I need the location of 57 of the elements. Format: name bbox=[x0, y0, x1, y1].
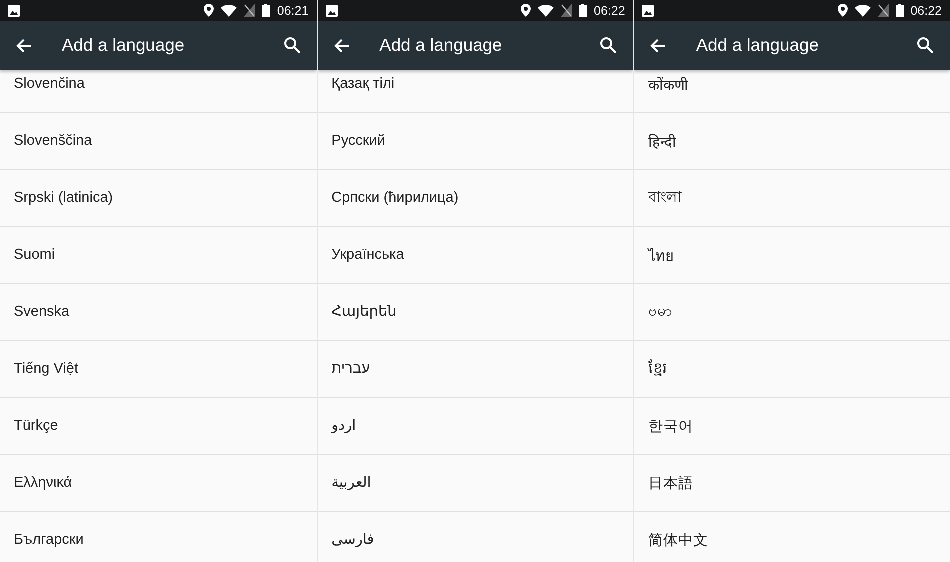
search-button[interactable] bbox=[598, 35, 620, 56]
status-time: 06:22 bbox=[594, 4, 626, 18]
location-icon bbox=[521, 4, 532, 17]
status-time: 06:21 bbox=[277, 4, 309, 18]
language-item[interactable]: Suomi bbox=[0, 227, 317, 284]
back-arrow-icon bbox=[334, 38, 350, 54]
language-item[interactable]: Tiếng Việt bbox=[0, 341, 317, 398]
language-item[interactable]: Svenska bbox=[0, 284, 317, 341]
location-icon bbox=[204, 4, 214, 17]
image-icon bbox=[326, 4, 338, 16]
wifi-icon bbox=[538, 4, 554, 16]
no-sim-icon bbox=[244, 4, 256, 17]
location-icon bbox=[838, 4, 848, 17]
language-item[interactable]: বাংলা bbox=[634, 170, 950, 227]
search-icon bbox=[600, 37, 618, 54]
language-item[interactable]: Қазақ тілі bbox=[318, 70, 634, 113]
search-button[interactable] bbox=[914, 35, 936, 56]
language-item[interactable]: ខ្មែរ bbox=[634, 341, 950, 398]
language-item[interactable]: Русский bbox=[318, 113, 634, 170]
wifi-icon bbox=[221, 4, 238, 16]
language-item[interactable]: Türkçe bbox=[0, 398, 317, 455]
language-item[interactable]: فارسی bbox=[318, 512, 634, 562]
toolbar-title: Add a language bbox=[380, 35, 504, 56]
no-sim-icon bbox=[878, 4, 889, 17]
language-item[interactable]: Slovenčina bbox=[0, 70, 317, 113]
search-icon bbox=[916, 37, 934, 54]
image-icon bbox=[642, 4, 654, 16]
wifi-icon bbox=[854, 4, 871, 16]
battery-icon bbox=[896, 4, 904, 17]
language-item[interactable]: ဗမာ bbox=[634, 284, 950, 341]
language-item[interactable]: ไทย bbox=[634, 227, 950, 284]
language-item[interactable]: 简体中文 bbox=[634, 512, 950, 562]
back-arrow-icon bbox=[650, 38, 666, 54]
language-item[interactable]: Srpski (latinica) bbox=[0, 170, 317, 227]
language-item[interactable]: कोंकणी bbox=[634, 70, 950, 113]
toolbar-title: Add a language bbox=[62, 35, 186, 56]
language-item[interactable]: 日本語 bbox=[634, 455, 950, 512]
language-item[interactable]: עברית bbox=[318, 341, 634, 398]
language-item[interactable]: Ελληνικά bbox=[0, 455, 317, 512]
search-icon bbox=[284, 37, 301, 54]
language-item[interactable]: Українська bbox=[318, 227, 634, 284]
language-item[interactable]: Српски (ћирилица) bbox=[318, 170, 634, 227]
search-button[interactable] bbox=[282, 35, 303, 56]
language-item[interactable]: 한국어 bbox=[634, 398, 950, 455]
language-item[interactable]: Հայերեն bbox=[318, 284, 634, 341]
battery-icon bbox=[579, 4, 588, 17]
language-item[interactable]: हिन्दी bbox=[634, 113, 950, 170]
language-item[interactable]: Български bbox=[0, 512, 317, 562]
toolbar-title: Add a language bbox=[696, 35, 820, 56]
language-item[interactable]: Slovenščina bbox=[0, 113, 317, 170]
back-arrow-icon bbox=[16, 38, 32, 54]
no-sim-icon bbox=[561, 4, 572, 17]
status-time: 06:22 bbox=[910, 4, 942, 18]
battery-icon bbox=[262, 4, 270, 17]
language-item[interactable]: العربية bbox=[318, 455, 634, 512]
image-icon bbox=[8, 4, 20, 16]
language-item[interactable]: اردو bbox=[318, 398, 634, 455]
